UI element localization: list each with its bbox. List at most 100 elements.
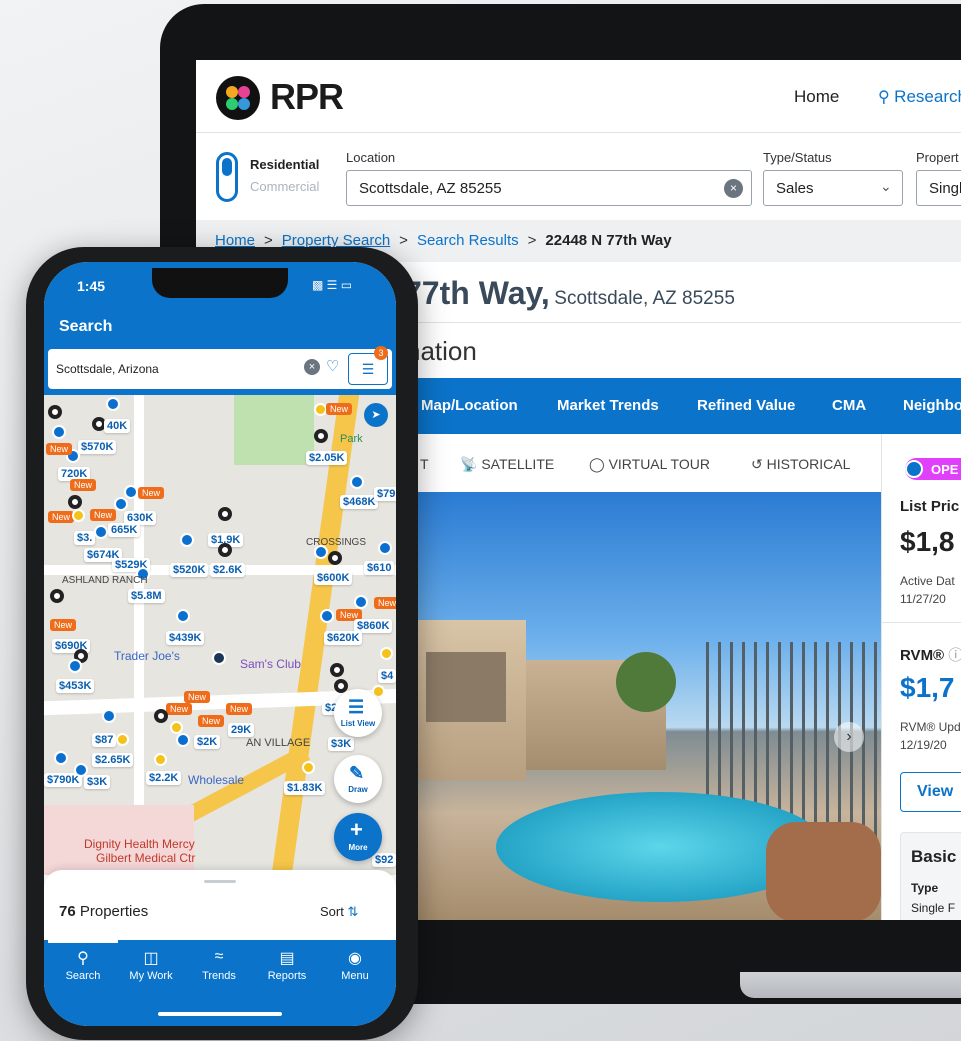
tab-map-location[interactable]: Map/Location [421, 397, 518, 414]
location-search-input[interactable]: Scottsdale, Arizona × ♡ ☰ 3 [48, 346, 392, 389]
price-label[interactable]: $5.8M [128, 589, 165, 603]
map-pin[interactable] [114, 497, 128, 511]
map-pin[interactable] [74, 763, 88, 777]
price-label[interactable]: 40K [104, 419, 131, 433]
price-label[interactable]: $87 [92, 733, 117, 747]
map-pin[interactable] [54, 751, 68, 765]
nav-home[interactable]: Home [794, 87, 839, 107]
map-pin[interactable] [106, 397, 120, 411]
heart-icon[interactable]: ♡ [326, 357, 339, 375]
price-label[interactable]: $570K [78, 440, 117, 454]
nav-reports[interactable]: ▤ Reports [252, 948, 322, 982]
map-pin[interactable] [116, 733, 129, 746]
price-label[interactable]: $92 [372, 853, 396, 867]
info-icon[interactable]: ⓘ [948, 647, 961, 664]
map-pin[interactable] [328, 551, 342, 565]
nav-search[interactable]: ⚲ Search [48, 948, 118, 982]
price-label[interactable]: $3K [84, 775, 111, 789]
map-pin[interactable] [154, 753, 167, 766]
tab-refined-value[interactable]: Refined Value [697, 397, 795, 414]
price-label[interactable]: $2.65K [92, 753, 134, 767]
draw-button[interactable]: ✎ Draw [334, 755, 382, 803]
price-label[interactable]: $620K [324, 631, 363, 645]
map-pin[interactable] [176, 609, 190, 623]
map-pin[interactable] [314, 545, 328, 559]
price-label[interactable]: $3K [328, 737, 355, 751]
map-pin[interactable] [72, 509, 85, 522]
price-label[interactable]: $520K [170, 563, 209, 577]
price-label[interactable]: $2.2K [146, 771, 182, 785]
map-pin[interactable] [48, 405, 62, 419]
map-pin[interactable] [212, 651, 226, 665]
map-pin[interactable] [124, 485, 138, 499]
tab-street[interactable]: T [420, 456, 429, 472]
price-label[interactable]: $439K [166, 631, 205, 645]
map-pin[interactable] [218, 543, 232, 557]
price-label[interactable]: $1.83K [284, 781, 326, 795]
clear-icon[interactable]: × [304, 359, 320, 375]
price-label[interactable]: $468K [340, 495, 379, 509]
map-pin[interactable] [330, 663, 344, 677]
map-pin[interactable] [176, 733, 190, 747]
chevron-right-icon[interactable]: › [834, 722, 864, 752]
nav-my-work[interactable]: ◫ My Work [116, 948, 186, 982]
price-label[interactable]: $2K [194, 735, 221, 749]
map-pin[interactable] [170, 721, 183, 734]
mode-residential[interactable]: Residential [250, 157, 319, 172]
map-pin[interactable] [218, 507, 232, 521]
rpr-logo-icon[interactable] [216, 76, 260, 120]
map-pin[interactable] [68, 495, 82, 509]
bottom-nav: ⚲ Search ◫ My Work ≈ Trends ▤ Reports ◉ Menu [44, 940, 396, 1026]
map-pin[interactable] [50, 589, 64, 603]
tab-neighborhood[interactable]: Neighbo [903, 397, 961, 414]
price-label[interactable]: $3. [74, 531, 96, 545]
map-pin[interactable] [68, 659, 82, 673]
property-photo[interactable]: › [406, 492, 881, 920]
more-button[interactable]: + More [334, 813, 382, 861]
map-pin[interactable] [180, 533, 194, 547]
nav-research[interactable]: ⚲ Research [878, 87, 961, 107]
map-pin[interactable] [354, 595, 368, 609]
tab-market-trends[interactable]: Market Trends [557, 397, 659, 414]
map-pin[interactable] [94, 525, 108, 539]
tab-virtual-tour[interactable]: ◯ VIRTUAL TOUR [589, 456, 710, 473]
price-label[interactable]: $610 [364, 561, 395, 575]
breadcrumb-search-results[interactable]: Search Results [417, 232, 519, 249]
price-label[interactable]: 665K [108, 523, 141, 537]
mode-commercial[interactable]: Commercial [250, 179, 319, 194]
tab-cma[interactable]: CMA [832, 397, 866, 414]
map-pin[interactable] [154, 709, 168, 723]
drag-handle[interactable] [204, 880, 236, 883]
locate-me-icon[interactable]: ➤ [364, 403, 388, 427]
map-pin[interactable] [52, 425, 66, 439]
map-pin[interactable] [314, 429, 328, 443]
price-label[interactable]: $2.05K [306, 451, 348, 465]
list-view-button[interactable]: ☰ List View [334, 689, 382, 737]
clear-icon[interactable]: × [724, 179, 743, 198]
map-pin[interactable] [302, 761, 315, 774]
price-label[interactable]: $600K [314, 571, 353, 585]
price-label[interactable]: $79 [374, 487, 396, 501]
map-pin[interactable] [350, 475, 364, 489]
view-button[interactable]: View [900, 772, 961, 812]
map-pin[interactable] [380, 647, 393, 660]
location-input[interactable]: Scottsdale, AZ 85255 [346, 170, 752, 206]
new-badge: New [48, 511, 75, 523]
property-type-select[interactable]: Singl [916, 170, 961, 206]
sort-button[interactable]: Sort ⇅ [320, 904, 358, 920]
nav-trends[interactable]: ≈ Trends [184, 948, 254, 982]
residential-commercial-toggle[interactable] [216, 152, 238, 202]
map-pin[interactable] [378, 541, 392, 555]
price-label[interactable]: $453K [56, 679, 95, 693]
map-pin[interactable] [102, 709, 116, 723]
tab-satellite[interactable]: 📡 SATELLITE [460, 456, 554, 473]
tab-historical[interactable]: ↺ HISTORICAL [751, 456, 850, 473]
map-pin[interactable] [320, 609, 334, 623]
new-badge: New [374, 597, 396, 609]
price-label[interactable]: $4 [378, 669, 396, 683]
results-sheet[interactable]: 76 Properties Sort ⇅ [44, 870, 396, 940]
nav-menu[interactable]: ◉ Menu [320, 948, 390, 982]
price-label[interactable]: 29K [228, 723, 255, 737]
price-label[interactable]: $2.6K [210, 563, 246, 577]
map-view[interactable]: 40K $570K New 720K New New New 630K New … [44, 395, 396, 875]
